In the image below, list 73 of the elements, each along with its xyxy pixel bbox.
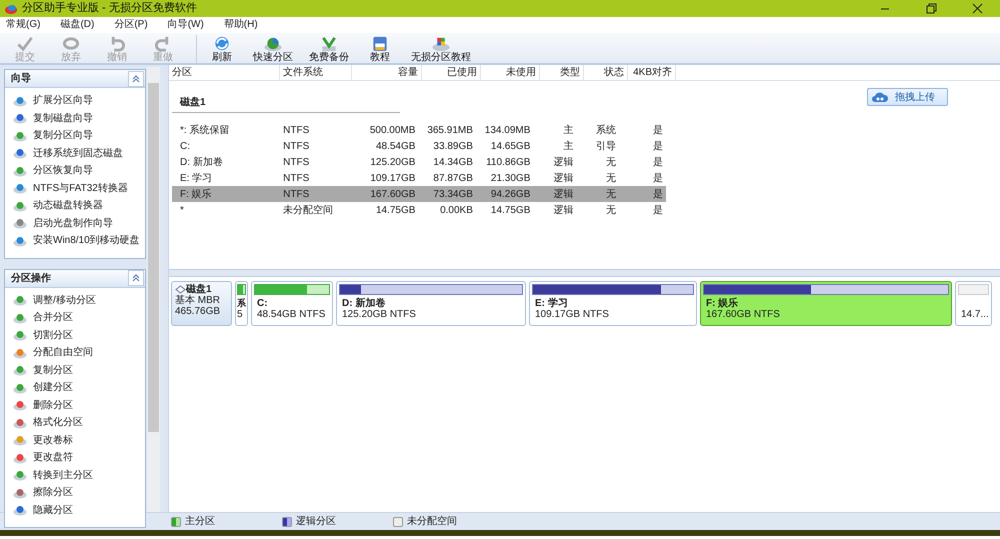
sidebar-item[interactable]: 更改卷标 [5, 432, 145, 449]
legend-swatch [171, 516, 181, 526]
legend-swatch [282, 516, 292, 526]
table-row[interactable]: E: 学习 NTFS 109.17GB 87.87GB 21.30GB 逻辑 无 是 [172, 170, 666, 186]
check-icon [15, 35, 35, 52]
toolbar-button[interactable]: 免费备份 [309, 33, 349, 63]
sidebar-item[interactable]: 扩展分区向导 [5, 92, 145, 110]
collapse-button[interactable] [128, 270, 144, 286]
ring-icon [61, 35, 81, 52]
column-header[interactable]: 容量 [352, 65, 422, 80]
sidebar-item[interactable]: 更改盘符 [5, 449, 145, 466]
menu-item[interactable]: 向导(W) [168, 17, 204, 33]
sidebar-item[interactable]: 复制分区向导 [5, 127, 145, 144]
sidebar-item[interactable]: 调整/移动分区 [5, 292, 145, 309]
sidebar-item[interactable]: 转换到主分区 [5, 466, 145, 484]
menu-item[interactable]: 磁盘(D) [60, 17, 94, 33]
section-title: 向导 [11, 72, 31, 86]
table-row[interactable]: * 未分配空间 14.75GB 0.00KB 14.75GB 逻辑 无 是 [172, 202, 666, 218]
table-row[interactable]: F: 娱乐 NTFS 167.60GB 73.34GB 94.26GB 逻辑 无 是 [172, 186, 666, 202]
toolbar-button[interactable]: 教程 [365, 33, 395, 63]
disk-card[interactable]: 磁盘1 基本 MBR 465.76GB [171, 281, 232, 326]
menu-item[interactable]: 常规(G) [6, 17, 40, 33]
cloud-icon [871, 90, 889, 104]
sidebar-item[interactable]: 擦除分区 [5, 484, 145, 502]
table-row[interactable]: *: 系统保留 NTFS 500.00MB 365.91MB 134.09MB 主 系统 是 [172, 122, 666, 138]
table-row[interactable]: D: 新加卷 NTFS 125.20GB 14.34GB 110.86GB 逻辑 无 是 [172, 154, 666, 170]
column-header[interactable]: 4KB对齐 [628, 65, 676, 80]
sidebar-item[interactable]: 切割分区 [5, 326, 145, 344]
chevron-icon [132, 274, 140, 282]
toolbar-button[interactable]: 无损分区教程 [411, 33, 471, 63]
sidebar-item[interactable]: 删除分区 [5, 396, 145, 414]
sidebar-item[interactable]: 安装Win8/10到移动硬盘 [5, 232, 145, 250]
legend-label: 逻辑分区 [296, 514, 336, 529]
legend-label: 未分配空间 [407, 514, 457, 529]
table-row[interactable]: C: NTFS 48.54GB 33.89GB 14.65GB 主 引导 是 [172, 138, 666, 154]
column-header[interactable]: 已使用 [422, 65, 481, 80]
chevron-icon [132, 74, 140, 82]
sidebar-item[interactable]: 迁移系统到固态磁盘 [5, 144, 145, 162]
sidebar-item[interactable]: 格式化分区 [5, 414, 145, 432]
scrollbar[interactable] [147, 67, 160, 512]
legend-swatch [393, 516, 403, 526]
menu-item[interactable]: 帮助(H) [224, 17, 258, 33]
sidebar-item[interactable]: 分配自由空间 [5, 344, 145, 362]
disk-label: 磁盘1 [172, 95, 400, 113]
sidebar-item[interactable]: 创建分区 [5, 379, 145, 396]
column-header[interactable]: 文件系统 [280, 65, 352, 80]
menu-item[interactable]: 分区(P) [114, 17, 148, 33]
collapse-button[interactable] [128, 70, 144, 86]
toolbar-button[interactable]: 快速分区 [253, 33, 293, 63]
legend-label: 主分区 [185, 514, 215, 529]
sidebar-item[interactable]: 合并分区 [5, 309, 145, 326]
sidebar-item[interactable]: 启动光盘制作向导 [5, 214, 145, 232]
window-title: 分区助手专业版 - 无损分区免费软件 [22, 1, 197, 16]
column-header[interactable]: 未使用 [481, 65, 540, 80]
app-logo-icon [4, 2, 18, 14]
section-title: 分区操作 [11, 272, 51, 286]
partition-block[interactable]: E: 学习 109.17GB NTFS [529, 281, 697, 326]
partition-block[interactable]: 系 5 [235, 281, 248, 326]
column-header[interactable]: 类型 [540, 65, 584, 80]
sidebar-item[interactable]: 隐藏分区 [5, 502, 145, 519]
partition-block[interactable]: C: 48.54GB NTFS [251, 281, 333, 326]
column-header[interactable]: 分区 [169, 65, 280, 80]
partition-block[interactable]: F: 娱乐 167.60GB NTFS [700, 281, 952, 326]
upload-button[interactable]: 拖拽上传 [867, 88, 948, 106]
toolbar-button[interactable]: 刷新 [207, 33, 237, 63]
sidebar-item[interactable]: 动态磁盘转换器 [5, 197, 145, 214]
sidebar-item[interactable]: 复制磁盘向导 [5, 110, 145, 127]
column-header[interactable]: 状态 [584, 65, 628, 80]
partition-block[interactable]: 14.7... [955, 281, 992, 326]
sidebar-item[interactable]: NTFS与FAT32转换器 [5, 180, 145, 197]
sidebar-item[interactable]: 分区恢复向导 [5, 162, 145, 180]
sidebar-item[interactable]: 复制分区 [5, 362, 145, 379]
partition-block[interactable]: D: 新加卷 125.20GB NTFS [336, 281, 526, 326]
